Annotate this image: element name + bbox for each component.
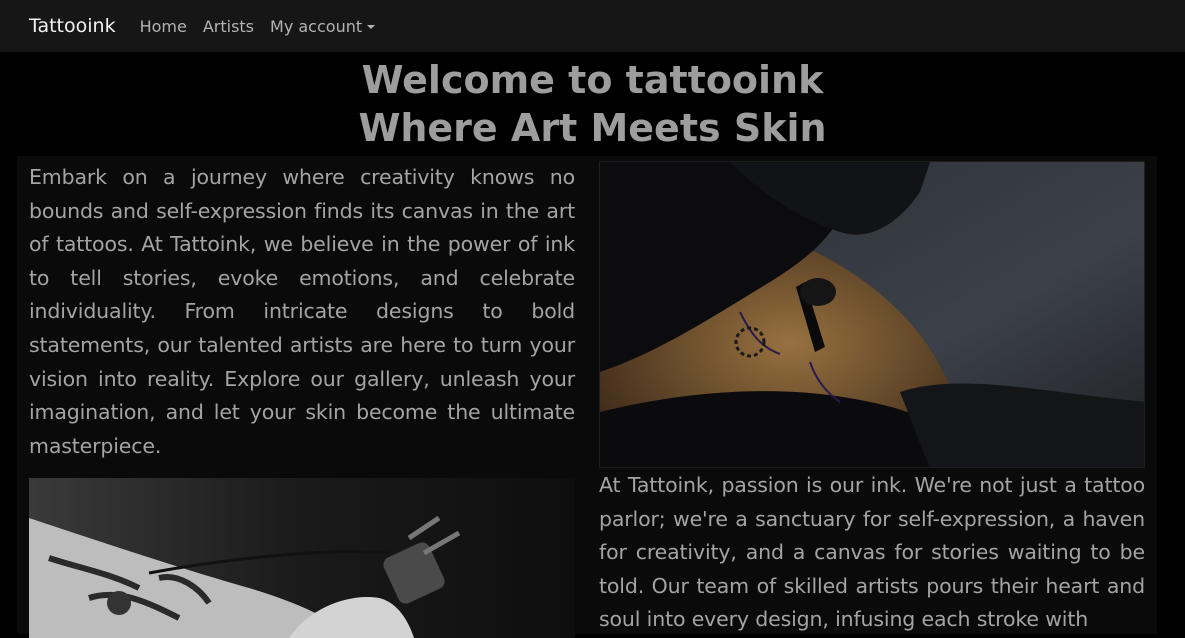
about-paragraph: At Tattoink, passion is our ink. We're n… [599, 473, 1145, 632]
nav-link-artists[interactable]: Artists [203, 17, 254, 36]
nav-dropdown-label: My account [270, 16, 363, 36]
brand-logo[interactable]: Tattooink [29, 15, 116, 37]
caret-down-icon [367, 24, 376, 29]
hero-title-line2: Where Art Meets Skin [358, 106, 827, 150]
nav-link-home[interactable]: Home [140, 17, 187, 36]
hero-title-line1: Welcome to tattooink [361, 58, 824, 102]
intro-paragraph: Embark on a journey where creativity kno… [29, 165, 575, 458]
hero-title: Welcome to tattooink Where Art Meets Ski… [0, 56, 1185, 152]
content-section: Embark on a journey where creativity kno… [17, 156, 1157, 638]
tattoo-process-photo [599, 161, 1145, 468]
nav-dropdown-my-account[interactable]: My account [270, 16, 376, 36]
tattoo-artist-photo [29, 478, 575, 638]
navbar: Tattooink Home Artists My account [0, 0, 1185, 52]
